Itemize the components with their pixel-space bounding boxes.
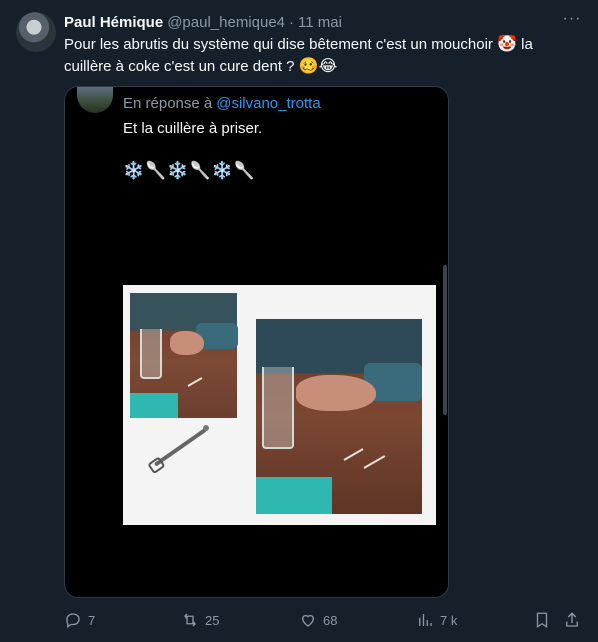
avatar[interactable] [16, 12, 56, 52]
tweet-text: Pour les abrutis du système qui dise bêt… [64, 34, 574, 78]
views-count: 7 k [440, 612, 458, 628]
author-handle[interactable]: @paul_hemique4 [167, 14, 285, 31]
reply-button[interactable]: 7 [64, 608, 95, 632]
reply-prefix: En réponse à [123, 95, 213, 112]
reply-icon [66, 613, 80, 629]
embedded-photo-panel [123, 285, 436, 525]
small-spoon-shape [363, 455, 386, 469]
action-bar: 7 25 68 7 k [0, 608, 598, 632]
photo-small [130, 293, 238, 418]
quoted-avatar [77, 87, 113, 113]
share-icon [566, 612, 578, 627]
views-icon [419, 614, 432, 626]
tweet[interactable]: Paul Hémique @paul_hemique4 · 11 mai ···… [0, 0, 598, 642]
glass-shape [262, 367, 294, 449]
reply-mention-link[interactable]: @silvano_trotta [216, 95, 320, 112]
retweet-count: 25 [205, 612, 220, 628]
views-button[interactable]: 7 k [416, 608, 457, 632]
retweet-icon [184, 613, 196, 627]
author-name[interactable]: Paul Hémique [64, 14, 163, 31]
scrollbar[interactable] [443, 265, 447, 415]
photo-large [256, 319, 422, 514]
clown-emoji: 🤡 [497, 36, 518, 53]
like-button[interactable]: 68 [299, 608, 337, 632]
small-spoon-shape [187, 377, 203, 387]
glass-shape [140, 329, 162, 379]
bookmark-button[interactable] [533, 608, 551, 632]
hand-shape [170, 331, 204, 355]
share-button[interactable] [563, 608, 581, 632]
bookmark-icon [536, 612, 548, 629]
more-icon[interactable]: ··· [562, 11, 582, 32]
teal-object [256, 477, 332, 514]
tweet-text-part1: Pour les abrutis du système qui dise bêt… [64, 36, 498, 53]
end-emoji: 🥴😂 [298, 58, 338, 75]
like-icon [302, 614, 314, 627]
like-count: 68 [323, 612, 338, 628]
reply-count: 7 [88, 612, 96, 628]
quoted-text: Et la cuillère à priser. [123, 120, 263, 137]
teal-object [130, 393, 178, 418]
separator: · [289, 13, 295, 31]
coke-spoon-illustration [153, 427, 207, 467]
small-spoon-shape [343, 448, 364, 461]
retweet-button[interactable]: 25 [181, 608, 219, 632]
tweet-date[interactable]: 11 mai [298, 14, 342, 31]
hand-shape [296, 375, 376, 411]
snowflake-spoon-emojis: ❄️🥄❄️🥄❄️🥄 [123, 161, 257, 180]
reply-line: En réponse à @silvano_trotta [123, 95, 321, 112]
tweet-header: Paul Hémique @paul_hemique4 · 11 mai [64, 12, 342, 32]
